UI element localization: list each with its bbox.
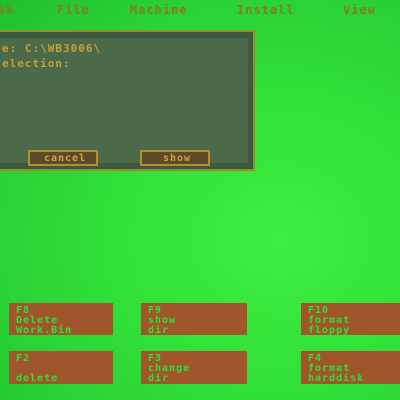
menu-disk[interactable]: sk <box>0 3 14 17</box>
menu-bar: sk File Machine Install View <box>0 0 400 20</box>
fkey-text-line2: delete <box>16 373 59 384</box>
menu-install[interactable]: Install <box>237 3 295 17</box>
menu-file[interactable]: File <box>57 3 90 17</box>
directory-dialog: e: C:\WB3006\ election: cancel show <box>0 30 255 171</box>
show-button[interactable]: show <box>140 150 210 166</box>
f10-format-floppy-button[interactable]: F10 format floppy <box>301 303 400 336</box>
screen: sk File Machine Install View e: C:\WB300… <box>0 0 400 400</box>
fkey-text-line2: floppy <box>308 325 351 336</box>
f9-show-dir-button[interactable]: F9 show dir <box>141 303 247 336</box>
fkey-text-line2: dir <box>148 373 170 384</box>
fkey-text-line2: harddisk <box>308 373 365 384</box>
fkey-label: F2 <box>16 353 31 364</box>
fkey-text-line2: Work.Bin <box>16 325 73 336</box>
cancel-button[interactable]: cancel <box>28 150 98 166</box>
f2-delete-button[interactable]: F2 delete <box>9 351 113 384</box>
menu-view[interactable]: View <box>343 3 376 17</box>
menu-machine[interactable]: Machine <box>130 3 188 17</box>
dialog-path-text: e: C:\WB3006\ <box>2 42 102 55</box>
f8-delete-workbin-button[interactable]: F8 Delete Work.Bin <box>9 303 113 336</box>
f3-change-dir-button[interactable]: F3 change dir <box>141 351 247 384</box>
dialog-selection-label: election: <box>2 57 71 70</box>
f4-format-harddisk-button[interactable]: F4 format harddisk <box>301 351 400 384</box>
fkey-text-line2: dir <box>148 325 170 336</box>
